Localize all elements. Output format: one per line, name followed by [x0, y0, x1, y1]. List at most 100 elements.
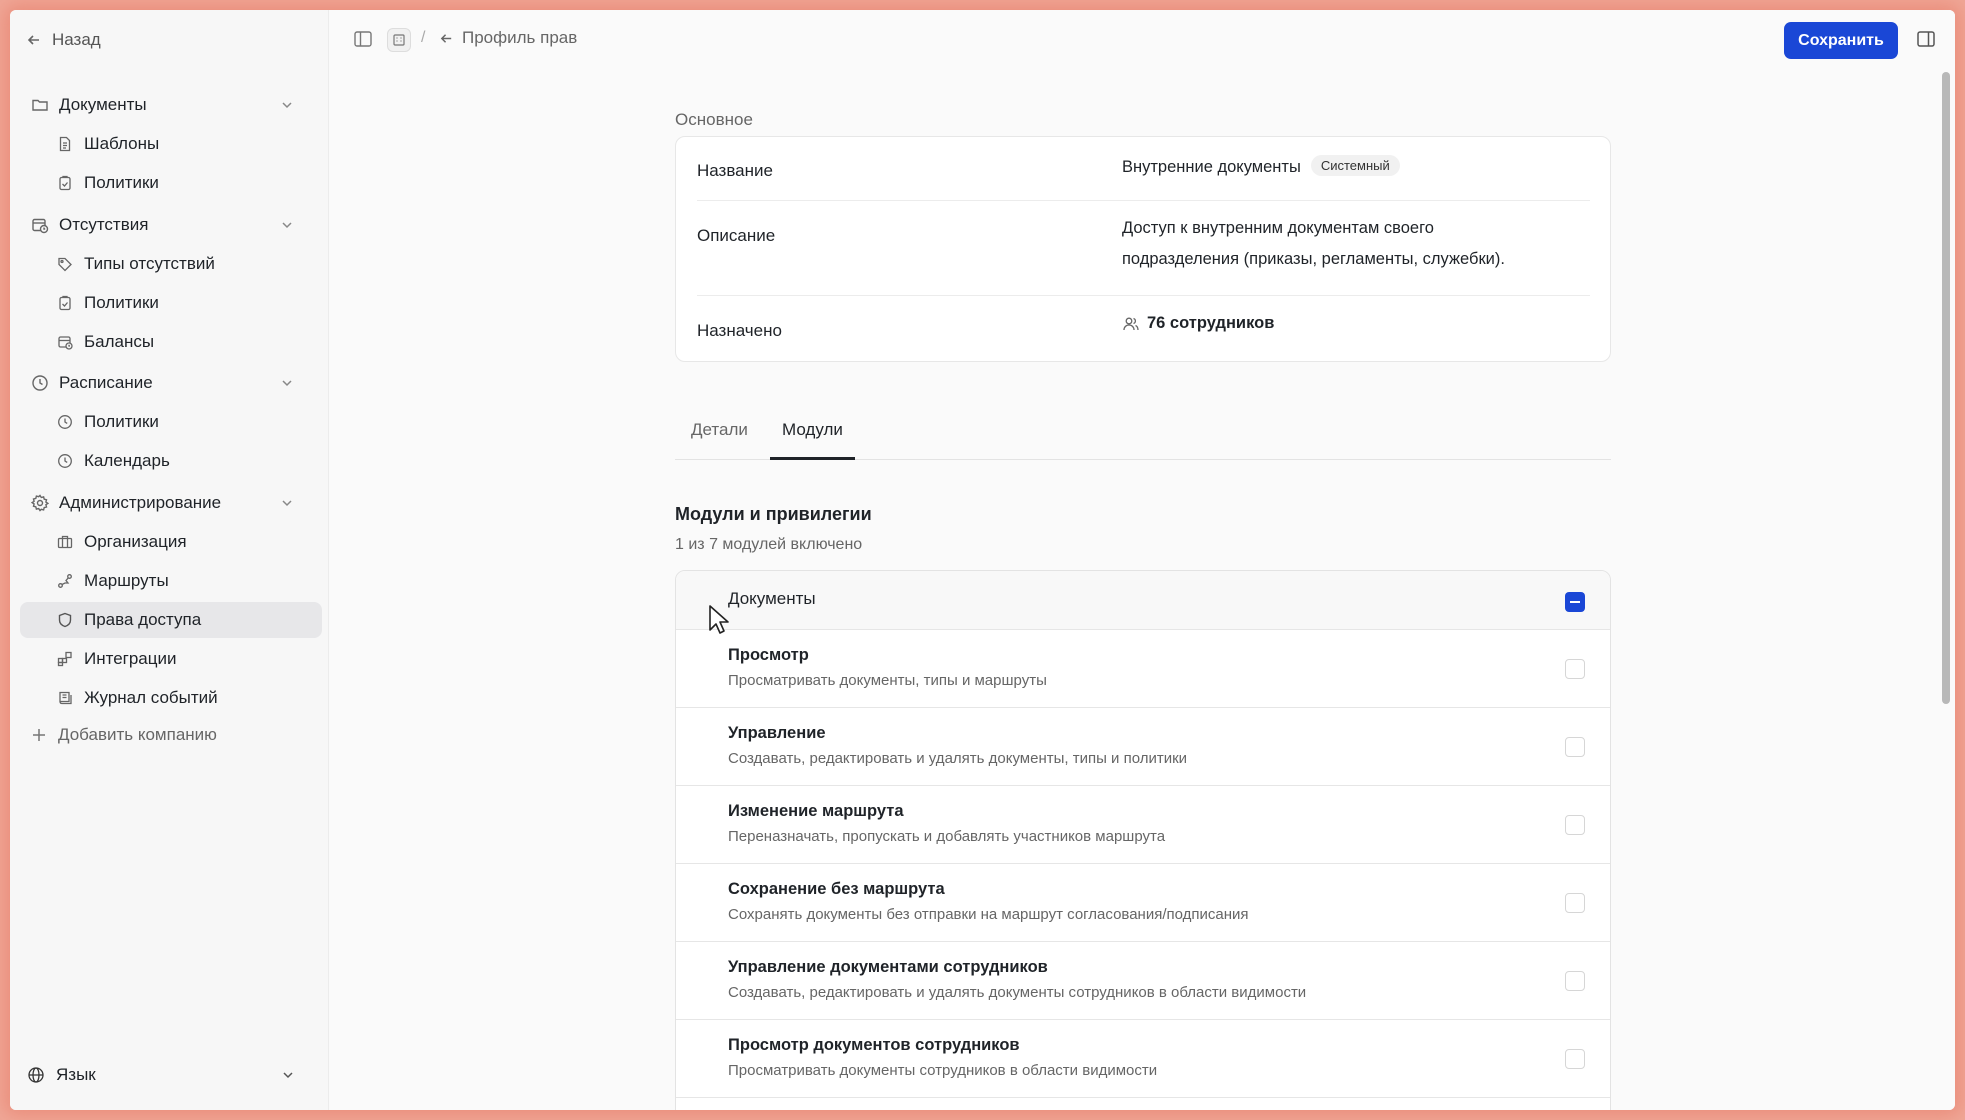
building-icon[interactable] [387, 28, 411, 52]
privilege-checkbox[interactable] [1565, 659, 1585, 679]
privilege-checkbox[interactable] [1565, 893, 1585, 913]
privilege-row[interactable]: Сохранение без маршрута Сохранять докуме… [676, 864, 1610, 942]
chevron-down-icon [278, 1065, 298, 1085]
sidebar: Назад Документы Шаблоны Политики Отсутст… [10, 10, 328, 1110]
back-link[interactable]: Назад [26, 28, 101, 52]
nav-group-schedule[interactable]: Расписание [20, 366, 320, 400]
tab-modules[interactable]: Модули [770, 420, 855, 460]
module-header[interactable]: Документы [676, 571, 1610, 630]
module-checkbox[interactable] [1565, 592, 1585, 612]
assigned-label: Назначено [697, 321, 782, 340]
chevron-down-icon[interactable] [277, 373, 297, 393]
tabs: Детали Модули [675, 408, 1611, 460]
privilege-description: Просматривать документы, типы и маршруты [728, 672, 1047, 689]
privilege-row[interactable]: Просмотр Просматривать документы, типы и… [676, 630, 1610, 708]
sidebar-item-templates[interactable]: Шаблоны [20, 126, 322, 162]
sidebar-item-label: Типы отсутствий [84, 254, 215, 273]
sidebar-item-absence-types[interactable]: Типы отсутствий [20, 246, 322, 282]
calendar-clock-icon [56, 333, 74, 351]
nav-group-label: Администрирование [59, 493, 222, 512]
name-value-wrap: Внутренние документы Системный [1122, 155, 1400, 177]
modules-subtitle: 1 из 7 модулей включено [675, 536, 863, 553]
privilege-row[interactable]: Просмотр документов сотрудников Просматр… [676, 1020, 1610, 1098]
sidebar-toggle-icon[interactable] [353, 29, 373, 49]
clock-icon [56, 413, 74, 431]
chevron-down-icon[interactable] [277, 215, 297, 235]
breadcrumb-separator: / [421, 29, 426, 46]
sidebar-item-access-rights[interactable]: Права доступа [20, 602, 322, 638]
nav-group-absences[interactable]: Отсутствия [20, 208, 320, 242]
modules-title: Модули и привилегии [675, 504, 872, 524]
status-badge: Системный [1310, 155, 1400, 176]
sidebar-item-doc-policies[interactable]: Политики [20, 165, 322, 201]
breadcrumb[interactable]: Профиль прав [439, 28, 577, 48]
privilege-title: Просмотр документов сотрудников [728, 1036, 1020, 1054]
privilege-description: Переназначать, пропускать и добавлять уч… [728, 828, 1166, 845]
arrow-left-icon [439, 31, 454, 46]
language-selector[interactable]: Язык [26, 1060, 316, 1090]
sidebar-item-organization[interactable]: Организация [20, 524, 322, 560]
add-company-button[interactable]: Добавить компанию [20, 718, 217, 752]
breadcrumb-label: Профиль прав [462, 28, 578, 47]
back-label: Назад [52, 30, 101, 49]
sidebar-item-label: Политики [84, 293, 159, 312]
privilege-title: Просмотр [728, 646, 809, 664]
chevron-down-icon[interactable] [277, 95, 297, 115]
sidebar-item-label: Балансы [84, 332, 155, 351]
sidebar-item-schedule-policies[interactable]: Политики [20, 404, 322, 440]
privilege-title: Управление [728, 724, 826, 742]
privilege-row[interactable]: Управление документами сотрудников Созда… [676, 942, 1610, 1020]
sidebar-item-integrations[interactable]: Интеграции [20, 641, 322, 677]
building-icon [56, 533, 74, 551]
mouse-cursor-icon [708, 604, 732, 641]
assigned-value: 76 сотрудников [1147, 314, 1275, 332]
journal-icon [56, 689, 74, 707]
add-company-label: Добавить компанию [58, 725, 217, 744]
privilege-checkbox[interactable] [1565, 815, 1585, 835]
description-label: Описание [697, 226, 776, 245]
route-icon [56, 572, 74, 590]
privilege-checkbox[interactable] [1565, 1049, 1585, 1069]
save-button[interactable]: Сохранить [1784, 22, 1898, 59]
privilege-checkbox[interactable] [1565, 737, 1585, 757]
scrollbar[interactable] [1942, 72, 1950, 704]
tab-details[interactable]: Детали [691, 420, 748, 460]
sidebar-item-calendar[interactable]: Календарь [20, 443, 322, 479]
privilege-description: Создавать, редактировать и удалять докум… [728, 984, 1307, 1001]
privilege-description: Создавать, редактировать и удалять докум… [728, 750, 1188, 767]
module-card: Документы Просмотр Просматривать докумен… [675, 570, 1611, 1110]
nav-group-documents[interactable]: Документы [20, 88, 320, 122]
chevron-down-icon[interactable] [277, 493, 297, 513]
calendar-clock-icon [30, 215, 50, 235]
sidebar-item-balances[interactable]: Балансы [20, 324, 322, 360]
clock-icon [30, 373, 50, 393]
integrations-icon [56, 650, 74, 668]
app-window: Назад Документы Шаблоны Политики Отсутст… [10, 10, 1955, 1110]
nav-group-administration[interactable]: Администрирование [20, 486, 320, 520]
privilege-row[interactable]: Изменение маршрута Переназначать, пропус… [676, 786, 1610, 864]
panel-right-icon[interactable] [1916, 29, 1936, 49]
users-icon [1122, 315, 1140, 333]
privilege-checkbox[interactable] [1565, 971, 1585, 991]
nav-group-label: Отсутствия [59, 215, 149, 234]
section-title-basic: Основное [675, 110, 753, 129]
clipboard-icon [56, 174, 74, 192]
sidebar-item-label: Шаблоны [84, 134, 160, 153]
assigned-value-wrap[interactable]: 76 сотрудников [1122, 314, 1274, 333]
privilege-description: Сохранять документы без отправки на марш… [728, 906, 1249, 923]
gear-icon [30, 493, 50, 513]
sidebar-item-label: Маршруты [84, 571, 169, 590]
nav-group-label: Документы [59, 95, 147, 114]
shield-icon [56, 611, 74, 629]
nav-group-label: Расписание [59, 373, 153, 392]
sidebar-item-label: Журнал событий [84, 688, 218, 707]
sidebar-item-label: Организация [84, 532, 187, 551]
language-label: Язык [56, 1065, 96, 1084]
sidebar-item-absence-policies[interactable]: Политики [20, 285, 322, 321]
sidebar-item-label: Календарь [84, 451, 170, 470]
sidebar-item-routes[interactable]: Маршруты [20, 563, 322, 599]
globe-icon [26, 1065, 46, 1085]
sidebar-item-event-log[interactable]: Журнал событий [20, 680, 322, 716]
privilege-row[interactable]: Управление Создавать, редактировать и уд… [676, 708, 1610, 786]
name-value: Внутренние документы [1122, 158, 1301, 176]
